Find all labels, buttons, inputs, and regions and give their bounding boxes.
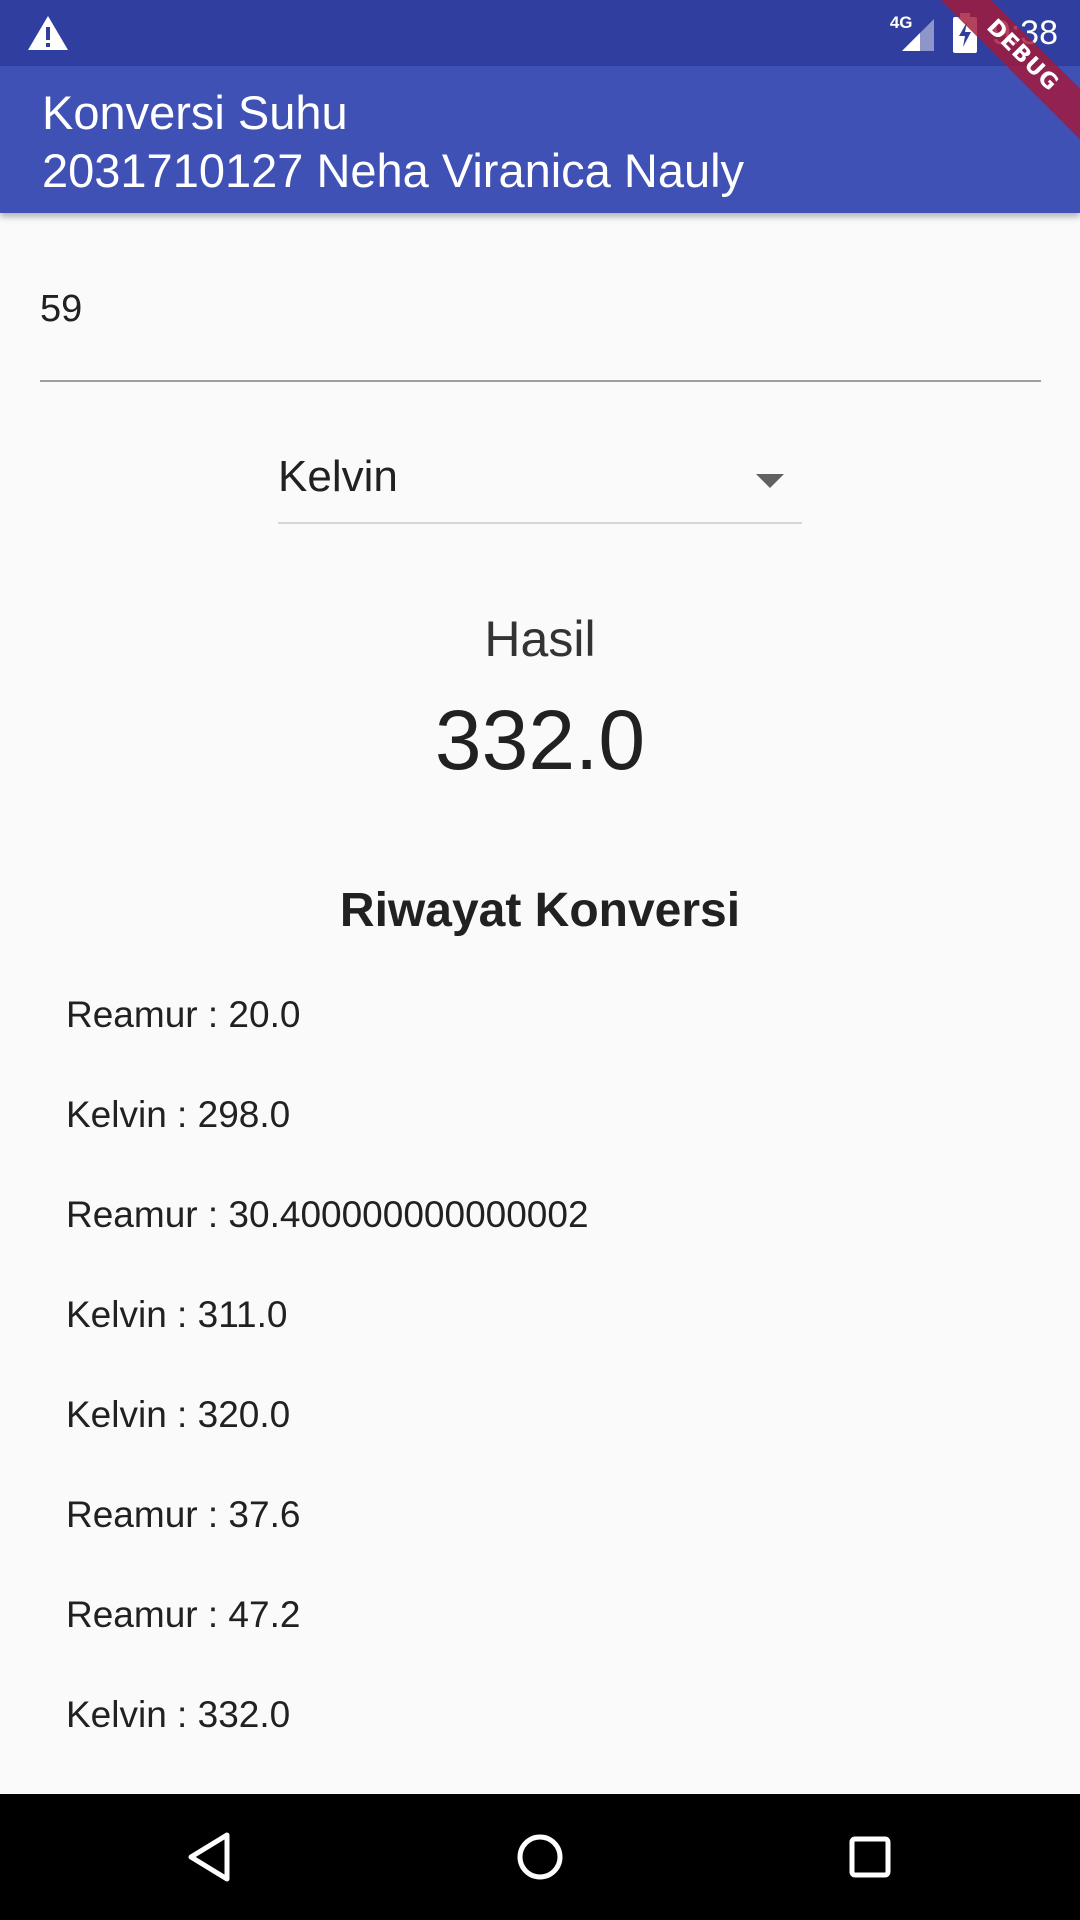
unit-dropdown[interactable]: Kelvin — [278, 440, 802, 524]
app-title-line2: 2031710127 Neha Viranica Nauly — [42, 144, 745, 197]
unit-dropdown-value: Kelvin — [278, 452, 398, 501]
temperature-input-container — [40, 268, 1041, 382]
app-title: Konversi Suhu 2031710127 Neha Viranica N… — [42, 84, 744, 200]
app-bar: Konversi Suhu 2031710127 Neha Viranica N… — [0, 66, 1080, 213]
list-item: Reamur : 37.6 — [66, 1494, 301, 1535]
result-label: Hasil — [484, 611, 596, 667]
list-item: Reamur : 30.400000000000002 — [66, 1194, 589, 1235]
navigation-bar — [0, 1794, 1080, 1920]
history-list: Reamur : 20.0 Kelvin : 298.0 Reamur : 30… — [66, 990, 589, 1790]
list-item: Kelvin : 298.0 — [66, 1094, 291, 1135]
warning-icon — [28, 16, 68, 50]
app-title-line1: Konversi Suhu — [42, 86, 348, 139]
list-item: Kelvin : 311.0 — [66, 1294, 288, 1335]
home-button[interactable] — [506, 1823, 574, 1891]
recent-apps-icon — [849, 1836, 891, 1878]
home-icon — [517, 1834, 563, 1880]
list-item: Reamur : 47.2 — [66, 1594, 301, 1635]
list-item: Kelvin : 332.0 — [66, 1694, 291, 1735]
back-icon — [188, 1832, 230, 1882]
back-button[interactable] — [177, 1823, 245, 1891]
history-title: Riwayat Konversi — [339, 884, 741, 937]
recent-apps-button[interactable] — [836, 1823, 904, 1891]
signal-icon: 4G — [890, 13, 938, 53]
status-bar: 4G 9:38 — [0, 0, 1080, 66]
result-value: 332.0 — [434, 693, 646, 787]
list-item: Reamur : 20.0 — [66, 994, 301, 1035]
dropdown-arrow-icon — [756, 474, 784, 488]
list-item: Kelvin : 320.0 — [66, 1394, 291, 1435]
temperature-input[interactable] — [40, 288, 1041, 331]
